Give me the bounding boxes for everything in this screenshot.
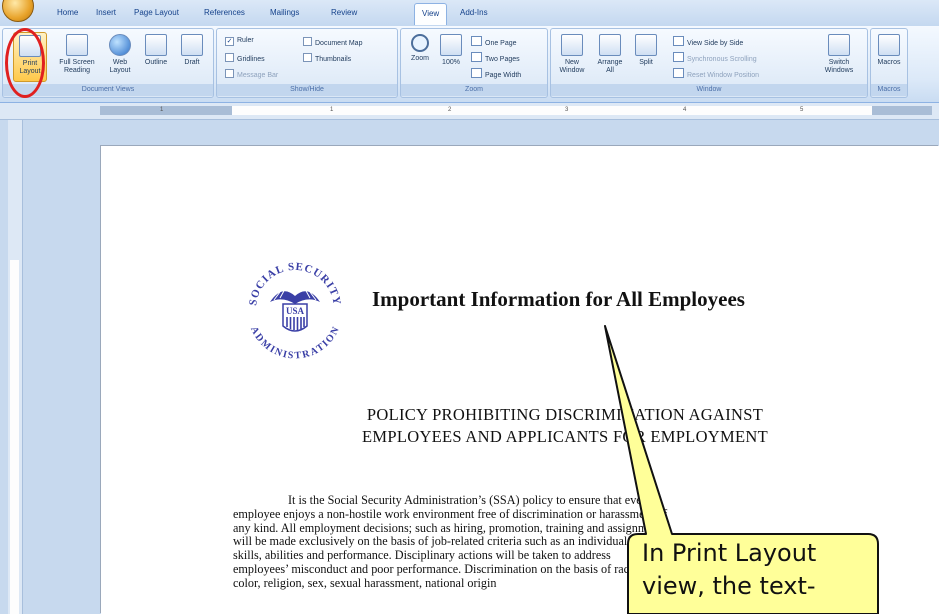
arrange-all-button[interactable]: Arrange All xyxy=(593,32,627,82)
tab-view[interactable]: View xyxy=(414,3,448,25)
sync-scroll-icon xyxy=(673,52,684,62)
tab-page-layout[interactable]: Page Layout xyxy=(134,8,179,17)
macros-icon xyxy=(878,34,900,56)
new-window-button[interactable]: New Window xyxy=(555,32,589,82)
vertical-ruler[interactable] xyxy=(8,120,23,614)
magnifier-icon xyxy=(411,34,429,52)
seal-center-text: USA xyxy=(286,306,305,316)
body-line: any kind. All employment decisions; such… xyxy=(233,521,663,535)
one-page-icon xyxy=(471,36,482,46)
draft-icon xyxy=(181,34,203,56)
office-button[interactable] xyxy=(2,0,34,22)
callout-line-1: In Print Layout xyxy=(642,539,817,567)
web-layout-button[interactable]: Web Layout xyxy=(103,32,137,82)
one-page-button[interactable]: One Page xyxy=(471,36,517,47)
ruler-number: 1 xyxy=(330,107,334,113)
page-width-button[interactable]: Page Width xyxy=(471,68,521,79)
ruler-number: 2 xyxy=(448,107,452,113)
ruler-number: 4 xyxy=(683,107,687,113)
split-icon xyxy=(635,34,657,56)
side-by-side-icon xyxy=(673,36,684,46)
zoom-button[interactable]: Zoom xyxy=(403,32,437,82)
horizontal-ruler[interactable]: 1 1 2 3 4 5 xyxy=(0,103,939,120)
group-label-window: Window xyxy=(551,84,867,96)
arrange-all-icon xyxy=(599,34,621,56)
ruler-checkbox[interactable]: ✓ Ruler xyxy=(225,37,254,46)
highlight-circle xyxy=(5,28,45,98)
two-pages-button[interactable]: Two Pages xyxy=(471,52,520,63)
ruler-number: 1 xyxy=(160,107,164,113)
document-title: Important Information for All Employees xyxy=(372,287,745,311)
reset-window-position-button[interactable]: Reset Window Position xyxy=(673,68,759,79)
view-side-by-side-button[interactable]: View Side by Side xyxy=(673,36,743,47)
tab-review[interactable]: Review xyxy=(331,8,357,17)
ssa-seal-logo: SOCIAL SECURITY ADMINISTRATION USA xyxy=(247,261,342,362)
group-window: New Window Arrange All Split View Side b… xyxy=(550,28,868,98)
document-map-checkbox[interactable]: Document Map xyxy=(303,37,362,47)
body-line: It is the Social Security Administration… xyxy=(288,494,652,507)
tab-home[interactable]: Home xyxy=(57,8,78,17)
synchronous-scrolling-button[interactable]: Synchronous Scrolling xyxy=(673,52,757,63)
full-screen-reading-button[interactable]: Full Screen Reading xyxy=(57,32,97,82)
group-show-hide: ✓ Ruler Gridlines Message Bar Document Ma… xyxy=(216,28,398,98)
callout-line-2: view, the text- xyxy=(642,572,816,600)
ribbon-tab-strip: Home Insert Page Layout References Maili… xyxy=(0,0,939,27)
outline-icon xyxy=(145,34,167,56)
group-zoom: Zoom 100% One Page Two Pages Page Width … xyxy=(400,28,548,98)
outline-button[interactable]: Outline xyxy=(139,32,173,82)
group-macros: Macros Macros xyxy=(870,28,908,98)
reset-position-icon xyxy=(673,68,684,78)
policy-heading: POLICY PROHIBITING DISCRIMINATION AGAINS… xyxy=(260,404,870,448)
group-label-macros: Macros xyxy=(871,84,907,96)
new-window-icon xyxy=(561,34,583,56)
macros-button[interactable]: Macros xyxy=(872,32,906,82)
thumbnails-checkbox[interactable]: Thumbnails xyxy=(303,53,351,63)
group-label-zoom: Zoom xyxy=(401,84,547,96)
callout-text: In Print Layout view, the text- xyxy=(630,537,870,603)
split-button[interactable]: Split xyxy=(631,32,661,82)
body-line: employee enjoys a non-hostile work envir… xyxy=(233,507,668,521)
policy-heading-line-2: EMPLOYEES AND APPLICANTS FOR EMPLOYMENT xyxy=(362,427,768,446)
draft-button[interactable]: Draft xyxy=(175,32,209,82)
zoom-100-button[interactable]: 100% xyxy=(437,32,465,82)
switch-windows-button[interactable]: Switch Windows xyxy=(817,32,861,82)
policy-heading-line-1: POLICY PROHIBITING DISCRIMINATION AGAINS… xyxy=(366,405,764,424)
two-pages-icon xyxy=(471,52,482,62)
web-layout-icon xyxy=(109,34,131,56)
message-bar-checkbox[interactable]: Message Bar xyxy=(225,69,278,79)
group-label-show-hide: Show/Hide xyxy=(217,84,397,96)
tab-add-ins[interactable]: Add-Ins xyxy=(460,8,488,17)
switch-windows-icon xyxy=(828,34,850,56)
ribbon: Print Layout Full Screen Reading Web Lay… xyxy=(0,26,939,103)
tab-mailings[interactable]: Mailings xyxy=(270,8,299,17)
ruler-number: 3 xyxy=(565,107,569,113)
gridlines-checkbox[interactable]: Gridlines xyxy=(225,53,265,63)
ruler-number: 5 xyxy=(800,107,804,113)
page-width-icon xyxy=(471,68,482,78)
full-screen-reading-icon xyxy=(66,34,88,56)
tab-references[interactable]: References xyxy=(204,8,245,17)
page-100-icon xyxy=(440,34,462,56)
tab-insert[interactable]: Insert xyxy=(96,8,116,17)
check-icon: ✓ xyxy=(225,37,234,46)
